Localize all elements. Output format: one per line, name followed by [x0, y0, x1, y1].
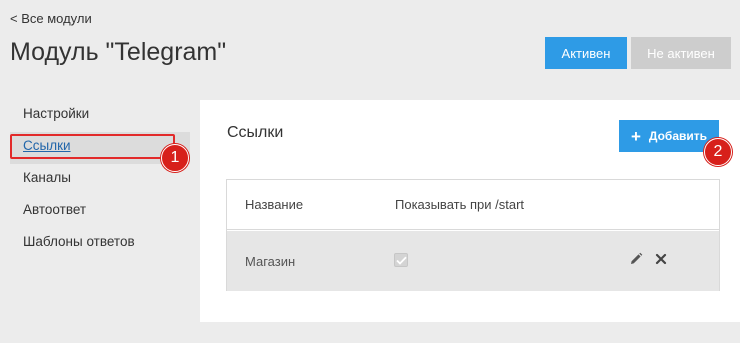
step-marker-1: 1	[161, 144, 189, 172]
sidebar-item-reply-templates[interactable]: Шаблоны ответов	[10, 228, 190, 260]
close-icon[interactable]	[655, 252, 667, 269]
row-name: Магазин	[245, 254, 296, 269]
step-marker-2: 2	[704, 138, 732, 166]
sidebar: Настройки Ссылки Каналы Автоответ Шаблон…	[10, 100, 190, 260]
check-icon	[395, 256, 407, 265]
plus-icon: +	[630, 126, 641, 146]
table-header: Название Показывать при /start	[227, 180, 719, 230]
links-table: Название Показывать при /start Магазин	[226, 179, 720, 291]
sidebar-item-settings[interactable]: Настройки	[10, 100, 190, 132]
back-link[interactable]: < Все модули	[10, 11, 92, 26]
add-button-label: Добавить	[648, 129, 708, 143]
page-title: Модуль "Telegram"	[10, 38, 227, 66]
active-status-button[interactable]: Активен	[545, 37, 627, 69]
links-highlight-box	[10, 134, 175, 159]
pencil-icon[interactable]	[629, 252, 643, 269]
sidebar-item-autoreply[interactable]: Автоответ	[10, 196, 190, 228]
show-on-start-checkbox[interactable]	[394, 253, 408, 267]
table-row: Магазин	[227, 231, 719, 291]
content-title: Ссылки	[227, 124, 284, 141]
column-header-name: Название	[245, 197, 304, 212]
main-content: Ссылки + Добавить Название Показывать пр…	[200, 100, 740, 322]
column-header-show-on-start: Показывать при /start	[395, 197, 525, 212]
inactive-status-button[interactable]: Не активен	[631, 37, 731, 69]
sidebar-item-channels[interactable]: Каналы	[10, 164, 190, 196]
